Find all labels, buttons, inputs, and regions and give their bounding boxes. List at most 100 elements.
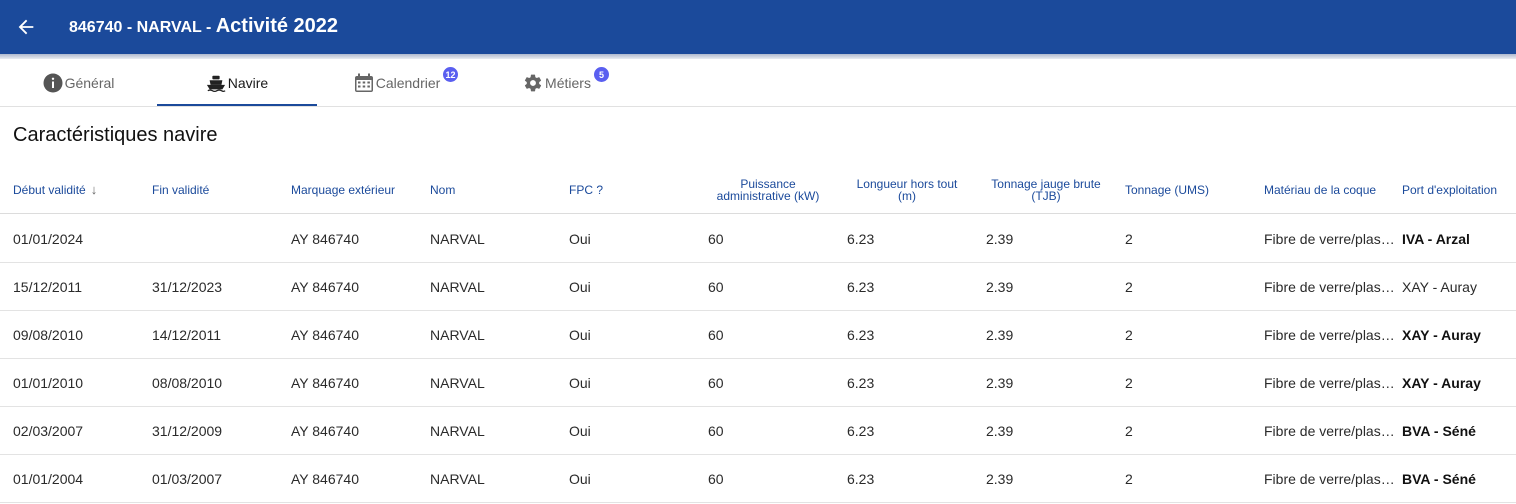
table-row[interactable]: 09/08/2010 14/12/2011 AY 846740 NARVAL Oui 60… (0, 311, 1516, 359)
debut-validite-cell: 01/01/2024 (13, 231, 84, 247)
materiau-cell: Fibre de verre/plastique (1264, 311, 1397, 359)
puissance-cell: 60 (708, 423, 724, 439)
tab-label: Métiers (545, 74, 591, 91)
column-header-fpc[interactable]: FPC ? (569, 166, 699, 214)
sort-arrow-down-icon[interactable]: ↓ (91, 183, 98, 196)
longueur-cell: 6.23 (847, 327, 875, 343)
tab-label: Calendrier (375, 74, 441, 91)
debut-validite-cell: 01/01/2010 (13, 375, 84, 391)
materiau-cell: Fibre de verre/plastique (1264, 359, 1397, 407)
ums-cell: 2 (1125, 279, 1133, 295)
materiau-text: Fibre de verre/plastique (1264, 231, 1397, 247)
arrow-left-icon (18, 19, 34, 35)
debut-validite-cell: 02/03/2007 (13, 423, 84, 439)
marquage-cell: AY 846740 (291, 423, 359, 439)
table-header: Début validité ↓ Fin validité Marquage e… (0, 166, 1516, 214)
puissance-cell: 60 (708, 375, 724, 391)
ship-icon (206, 73, 226, 93)
table-row[interactable]: 01/01/2024 AY 846740 NARVAL Oui 60 6.23 2.39 2 F… (0, 215, 1516, 263)
column-header-port[interactable]: Port d'exploitation (1402, 166, 1514, 214)
tab-label: Général (64, 74, 115, 91)
nom-cell: NARVAL (430, 327, 485, 343)
calendar-count-badge: 12 (443, 67, 458, 82)
puissance-cell: 60 (708, 231, 724, 247)
back-button[interactable] (12, 13, 40, 41)
fin-validite-cell: 14/12/2011 (152, 327, 222, 343)
column-header-marquage[interactable]: Marquage extérieur (291, 166, 421, 214)
fin-validite-cell: 01/03/2007 (152, 471, 223, 487)
section-title: Caractéristiques navire (13, 124, 218, 146)
metiers-count-badge: 5 (594, 67, 609, 82)
column-header-fin-validite[interactable]: Fin validité (152, 166, 282, 214)
port-cell: XAY - Auray (1402, 375, 1481, 391)
tjb-cell: 2.39 (986, 279, 1014, 295)
table-row[interactable]: 02/03/2007 31/12/2009 AY 846740 NARVAL Oui 60… (0, 407, 1516, 455)
fin-validite-cell: 31/12/2009 (152, 423, 223, 439)
fin-validite-cell: 31/12/2023 (152, 279, 223, 295)
debut-validite-cell: 15/12/2011 (13, 279, 83, 295)
longueur-cell: 6.23 (847, 471, 875, 487)
active-tab-indicator (157, 104, 317, 106)
longueur-cell: 6.23 (847, 423, 875, 439)
nom-cell: NARVAL (430, 423, 485, 439)
materiau-text: Fibre de verre/plastique (1264, 423, 1397, 439)
column-header-nom[interactable]: Nom (430, 166, 560, 214)
tab-metiers[interactable]: Métiers 5 (477, 59, 637, 106)
materiau-text: Fibre de verre/plastique (1264, 279, 1397, 295)
longueur-cell: 6.23 (847, 279, 875, 295)
table-row[interactable]: 01/01/2010 08/08/2010 AY 846740 NARVAL Oui 60… (0, 359, 1516, 407)
column-header-puissance[interactable]: Puissance administrative (kW) (708, 166, 828, 214)
fpc-cell: Oui (569, 231, 591, 247)
fin-validite-cell (152, 215, 282, 263)
gear-icon (523, 73, 543, 93)
tab-label: Navire (227, 74, 269, 91)
marquage-cell: AY 846740 (291, 231, 359, 247)
column-header-longueur[interactable]: Longueur hors tout (m) (847, 166, 967, 214)
longueur-cell: 6.23 (847, 375, 875, 391)
port-cell: XAY - Auray (1402, 279, 1477, 295)
page-subtitle: 846740 - NARVAL - (69, 19, 216, 36)
calendar-icon (354, 73, 374, 93)
column-header-label: Début validité (13, 183, 86, 197)
materiau-text: Fibre de verre/plastique (1264, 327, 1397, 343)
ums-cell: 2 (1125, 375, 1133, 391)
fpc-cell: Oui (569, 375, 591, 391)
puissance-cell: 60 (708, 471, 724, 487)
column-header-tjb[interactable]: Tonnage jauge brute (TJB) (986, 166, 1106, 214)
debut-validite-cell: 01/01/2004 (13, 471, 84, 487)
table-row[interactable]: 15/12/2011 31/12/2023 AY 846740 NARVAL Oui 60… (0, 263, 1516, 311)
nom-cell: NARVAL (430, 279, 485, 295)
materiau-cell: Fibre de verre/plastique (1264, 407, 1397, 455)
tjb-cell: 2.39 (986, 375, 1014, 391)
longueur-cell: 6.23 (847, 231, 875, 247)
tab-navire[interactable]: Navire (157, 59, 317, 106)
tjb-cell: 2.39 (986, 231, 1014, 247)
tjb-cell: 2.39 (986, 471, 1014, 487)
nom-cell: NARVAL (430, 375, 485, 391)
tab-calendrier[interactable]: Calendrier 12 (317, 59, 477, 106)
column-header-materiau[interactable]: Matériau de la coque (1264, 166, 1394, 214)
tjb-cell: 2.39 (986, 327, 1014, 343)
table-row[interactable]: 01/01/2004 01/03/2007 AY 846740 NARVAL Oui 60… (0, 455, 1516, 503)
app-header: 846740 - NARVAL - Activité 2022 (0, 0, 1516, 54)
tjb-cell: 2.39 (986, 423, 1014, 439)
fpc-cell: Oui (569, 279, 591, 295)
materiau-text: Fibre de verre/plastique (1264, 375, 1397, 391)
materiau-cell: Fibre de verre/plastique (1264, 455, 1397, 503)
nom-cell: NARVAL (430, 231, 485, 247)
ums-cell: 2 (1125, 423, 1133, 439)
ums-cell: 2 (1125, 471, 1133, 487)
puissance-cell: 60 (708, 279, 724, 295)
tab-bar: Général Navire Calendrier 12 Métiers 5 (0, 59, 1516, 107)
column-header-debut-validite[interactable]: Début validité ↓ (13, 166, 143, 214)
tab-general[interactable]: Général (0, 59, 157, 106)
materiau-cell: Fibre de verre/plastique (1264, 215, 1397, 263)
ums-cell: 2 (1125, 231, 1133, 247)
fpc-cell: Oui (569, 327, 591, 343)
port-cell: XAY - Auray (1402, 327, 1481, 343)
materiau-text: Fibre de verre/plastique (1264, 471, 1397, 487)
port-cell: BVA - Séné (1402, 471, 1476, 487)
puissance-cell: 60 (708, 327, 724, 343)
column-header-ums[interactable]: Tonnage (UMS) (1125, 166, 1255, 214)
marquage-cell: AY 846740 (291, 327, 359, 343)
